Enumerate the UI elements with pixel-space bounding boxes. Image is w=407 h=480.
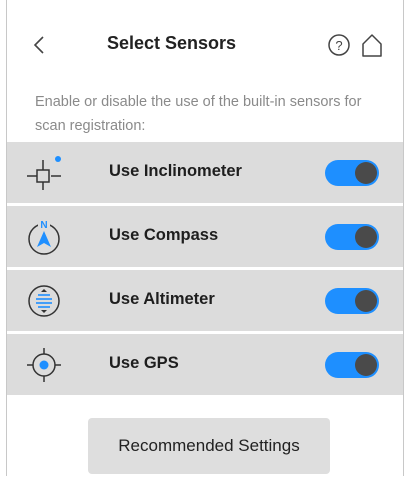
altimeter-toggle[interactable] — [325, 288, 379, 314]
page-title: Select Sensors — [107, 33, 237, 53]
home-button[interactable] — [360, 32, 384, 58]
compass-icon: N — [25, 218, 63, 256]
toggle-knob — [355, 290, 377, 312]
compass-toggle[interactable] — [325, 224, 379, 250]
toggle-knob — [355, 354, 377, 376]
svg-text:?: ? — [335, 38, 342, 53]
sensor-row-inclinometer: Use Inclinometer — [7, 142, 403, 203]
chevron-left-icon — [33, 36, 44, 54]
back-button[interactable] — [27, 32, 51, 58]
sensor-settings-panel: Select Sensors ? Enable or disable the u… — [6, 0, 404, 476]
inclinometer-toggle[interactable] — [325, 160, 379, 186]
altimeter-icon — [25, 282, 63, 320]
sensor-label: Use GPS — [109, 354, 179, 372]
toggle-knob — [355, 226, 377, 248]
gps-icon — [25, 346, 63, 384]
home-icon — [362, 34, 382, 57]
sensor-row-compass: N Use Compass — [7, 206, 403, 267]
description-text: Enable or disable the use of the built-i… — [35, 94, 362, 134]
gps-toggle[interactable] — [325, 352, 379, 378]
sensor-label: Use Inclinometer — [109, 162, 242, 180]
sensor-label: Use Altimeter — [109, 290, 215, 308]
sensor-label: Use Compass — [109, 226, 219, 244]
sensor-row-gps: Use GPS — [7, 334, 403, 395]
recommended-settings-button[interactable]: Recommended Settings — [88, 418, 330, 474]
help-button[interactable]: ? — [327, 32, 351, 58]
inclinometer-icon — [25, 154, 63, 192]
sensor-row-altimeter: Use Altimeter — [7, 270, 403, 331]
toggle-knob — [355, 162, 377, 184]
help-circle-icon: ? — [328, 34, 350, 56]
header: Select Sensors ? — [7, 22, 403, 70]
svg-text:N: N — [40, 220, 47, 231]
